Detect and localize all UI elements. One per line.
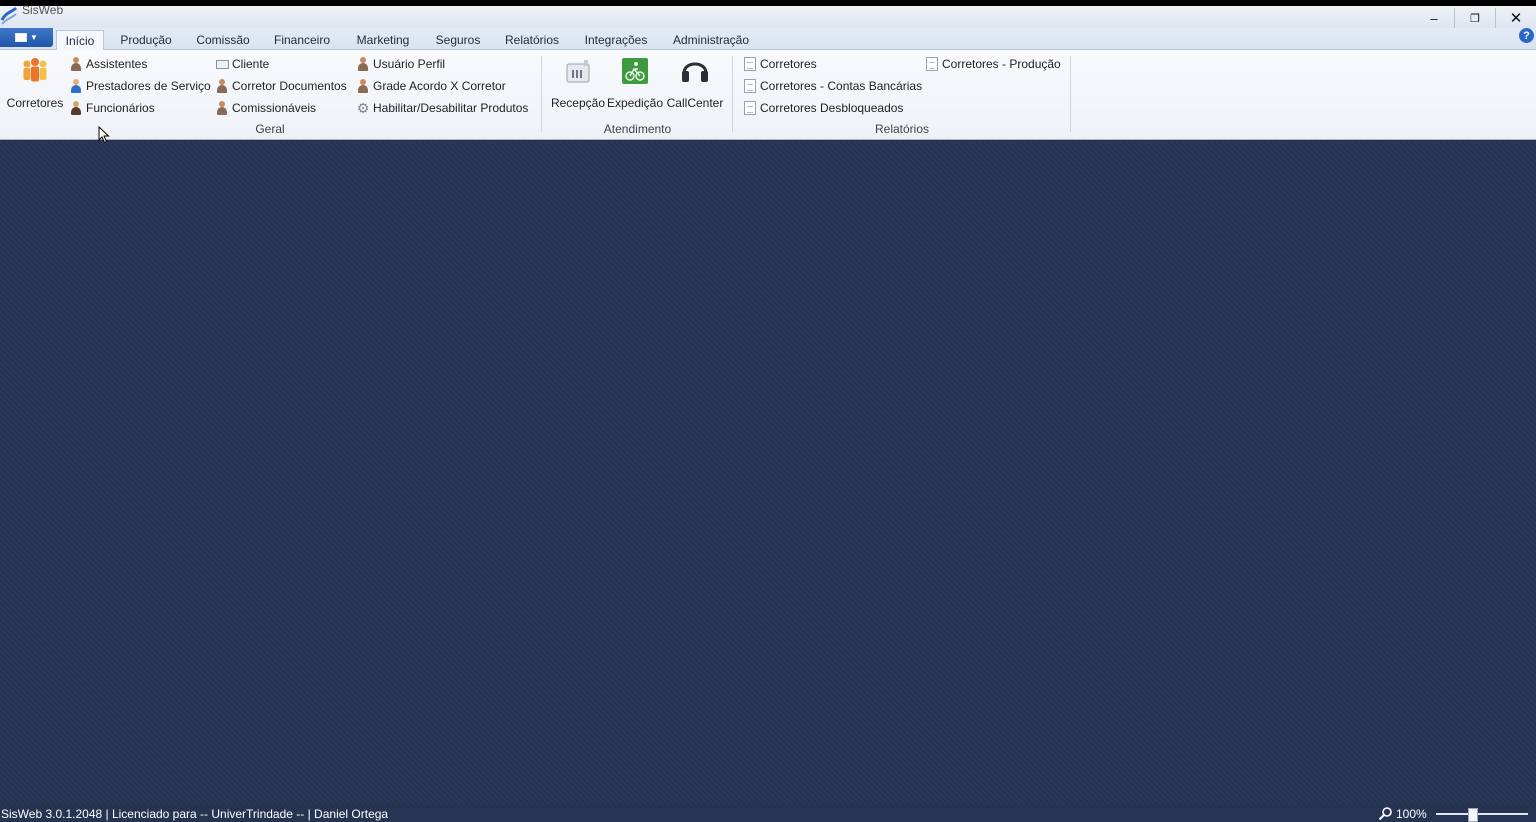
app-logo-icon xyxy=(0,6,18,25)
title-bar: SisWeb – ❐ ✕ xyxy=(0,3,1536,28)
zoom-slider-thumb[interactable] xyxy=(1467,808,1478,822)
report-icon xyxy=(743,101,757,115)
report-producao-label: Corretores - Produção xyxy=(942,57,1061,71)
report-contas-bancarias-label: Corretores - Contas Bancárias xyxy=(760,79,923,93)
usuario-perfil-button[interactable]: Usuário Perfil xyxy=(356,55,445,73)
tab-relatorios[interactable]: Relatórios xyxy=(499,30,565,51)
headset-icon xyxy=(678,54,712,88)
zoom-slider-track[interactable] xyxy=(1436,813,1528,815)
zoom-level: 100% xyxy=(1396,807,1427,821)
report-producao-button[interactable]: Corretores - Produção xyxy=(925,55,1061,73)
person-icon xyxy=(356,57,370,71)
close-button[interactable]: ✕ xyxy=(1496,8,1536,28)
tab-comissao[interactable]: Comissão xyxy=(191,30,255,51)
person-blue-icon xyxy=(69,79,83,93)
group-label-relatorios: Relatórios xyxy=(874,122,930,136)
app-menu-icon xyxy=(15,33,28,42)
ribbon-tab-row: ▼ Início Produção Comissão Financeiro Ma… xyxy=(0,28,1536,51)
report-desbloqueados-label: Corretores Desbloqueados xyxy=(760,101,904,115)
report-contas-bancarias-button[interactable]: Corretores - Contas Bancárias xyxy=(743,77,922,95)
close-icon: ✕ xyxy=(1509,10,1523,27)
recepcao-button[interactable]: Recepção xyxy=(550,54,606,112)
tab-seguros[interactable]: Seguros xyxy=(429,30,487,51)
person-dark-icon xyxy=(69,101,83,115)
people-group-icon xyxy=(18,54,52,88)
habilitar-produtos-button[interactable]: ⚙ Habilitar/Desabilitar Produtos xyxy=(356,99,529,117)
cliente-button[interactable]: Cliente xyxy=(215,55,269,73)
group-separator xyxy=(541,56,542,132)
tab-administracao[interactable]: Administração xyxy=(666,30,756,51)
status-text: SisWeb 3.0.1.2048 | Licenciado para -- U… xyxy=(1,807,389,821)
app-menu-button[interactable]: ▼ xyxy=(0,28,53,47)
window-title: SisWeb xyxy=(22,3,64,17)
corretores-large-button[interactable]: Corretores xyxy=(4,54,66,112)
usuario-perfil-label: Usuário Perfil xyxy=(373,57,446,71)
client-card-icon xyxy=(215,57,229,71)
funcionarios-button[interactable]: Funcionários xyxy=(69,99,155,117)
corretor-documentos-label: Corretor Documentos xyxy=(232,79,347,93)
funcionarios-label: Funcionários xyxy=(86,101,155,115)
zoom-icon[interactable] xyxy=(1378,806,1393,821)
assistentes-label: Assistentes xyxy=(86,57,148,71)
comissionaveis-label: Comissionáveis xyxy=(232,101,317,115)
help-icon[interactable]: ? xyxy=(1519,28,1534,43)
recepcao-label: Recepção xyxy=(550,96,606,110)
tab-inicio[interactable]: Início xyxy=(56,30,104,51)
restore-icon: ❐ xyxy=(1470,12,1480,25)
callcenter-button[interactable]: CallCenter xyxy=(665,54,725,112)
tab-integracoes[interactable]: Integrações xyxy=(578,30,654,51)
tab-producao[interactable]: Produção xyxy=(113,30,179,51)
ribbon-panel: Corretores Assistentes Prestadores de Se… xyxy=(0,50,1536,140)
group-label-atendimento: Atendimento xyxy=(603,122,672,136)
tab-financeiro[interactable]: Financeiro xyxy=(268,30,336,51)
group-label-geral: Geral xyxy=(255,122,285,136)
person-icon xyxy=(215,79,229,93)
delivery-bike-icon xyxy=(618,54,652,88)
minimize-icon: – xyxy=(1430,10,1438,26)
restore-button[interactable]: ❐ xyxy=(1455,8,1495,28)
expedicao-button[interactable]: Expedição xyxy=(607,54,663,112)
tab-marketing[interactable]: Marketing xyxy=(349,30,417,51)
group-separator xyxy=(732,56,733,132)
prestadores-button[interactable]: Prestadores de Serviço xyxy=(69,77,211,95)
person-icon xyxy=(69,57,83,71)
status-bar: SisWeb 3.0.1.2048 | Licenciado para -- U… xyxy=(0,805,1536,822)
report-desbloqueados-button[interactable]: Corretores Desbloqueados xyxy=(743,99,903,117)
corretor-documentos-button[interactable]: Corretor Documentos xyxy=(215,77,347,95)
grade-acordo-button[interactable]: Grade Acordo X Corretor xyxy=(356,77,506,95)
report-icon xyxy=(743,57,757,71)
comissionaveis-button[interactable]: Comissionáveis xyxy=(215,99,316,117)
prestadores-label: Prestadores de Serviço xyxy=(86,79,211,93)
report-corretores-label: Corretores xyxy=(760,57,817,71)
mouse-cursor-icon xyxy=(98,126,110,144)
report-icon xyxy=(743,79,757,93)
person-icon xyxy=(356,79,370,93)
workspace-area[interactable] xyxy=(0,141,1536,805)
minimize-button[interactable]: – xyxy=(1414,8,1454,28)
expedicao-label: Expedição xyxy=(606,96,664,110)
group-separator xyxy=(1070,56,1071,132)
cliente-label: Cliente xyxy=(232,57,270,71)
reception-counter-icon xyxy=(561,54,595,88)
grade-acordo-label: Grade Acordo X Corretor xyxy=(373,79,506,93)
callcenter-label: CallCenter xyxy=(666,96,724,110)
corretores-large-label: Corretores xyxy=(6,96,64,110)
gear-icon: ⚙ xyxy=(356,99,370,116)
habilitar-produtos-label: Habilitar/Desabilitar Produtos xyxy=(373,101,529,115)
report-icon xyxy=(925,57,939,71)
assistentes-button[interactable]: Assistentes xyxy=(69,55,147,73)
chevron-down-icon: ▼ xyxy=(30,33,38,42)
report-corretores-button[interactable]: Corretores xyxy=(743,55,817,73)
person-icon xyxy=(215,101,229,115)
